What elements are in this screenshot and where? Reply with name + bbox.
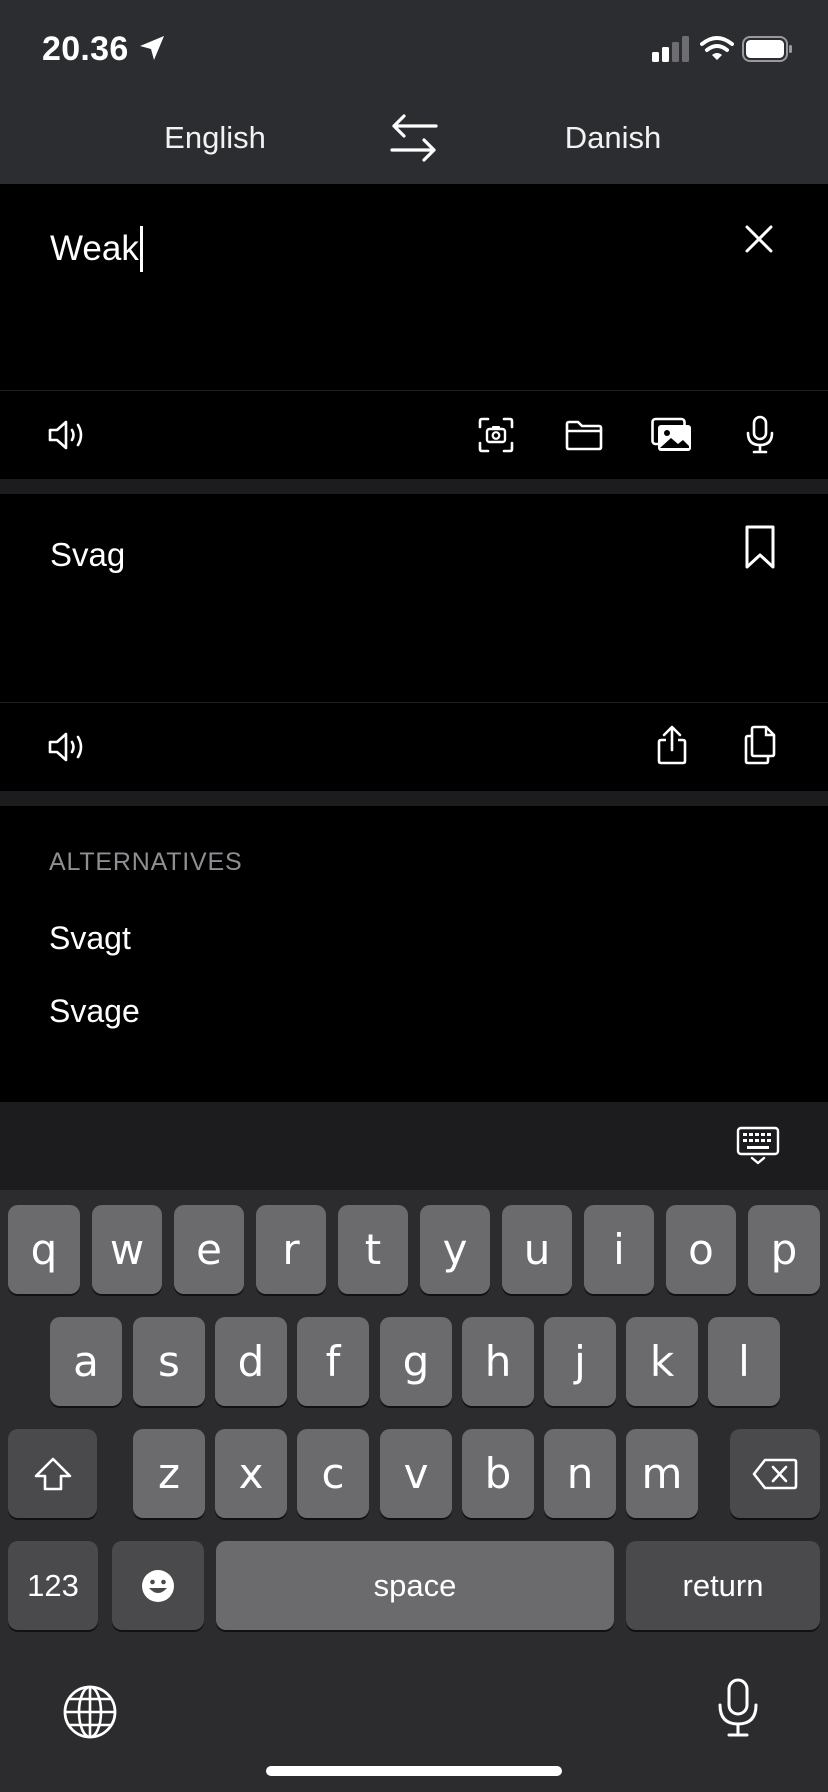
translation-result-area: Svag (0, 494, 828, 702)
globe-icon[interactable] (62, 1684, 118, 1740)
key-b[interactable]: b (462, 1429, 534, 1518)
source-input-area[interactable]: Weak (0, 184, 828, 390)
translation-text: Svag (50, 536, 126, 573)
close-icon[interactable] (740, 220, 778, 258)
microphone-icon[interactable] (732, 407, 788, 463)
source-text: Weak (50, 229, 139, 268)
key-q[interactable]: q (8, 1205, 80, 1294)
dictation-icon[interactable] (716, 1678, 760, 1738)
camera-scan-icon[interactable] (468, 407, 524, 463)
result-toolbar (0, 703, 828, 791)
alternative-item[interactable]: Svagt (49, 920, 131, 957)
key-n[interactable]: n (544, 1429, 616, 1518)
key-x[interactable]: x (215, 1429, 287, 1518)
key-y[interactable]: y (420, 1205, 490, 1294)
space-key[interactable]: space (216, 1541, 614, 1630)
location-arrow-icon (138, 34, 166, 62)
key-w[interactable]: w (92, 1205, 162, 1294)
home-indicator (266, 1766, 562, 1776)
bookmark-icon[interactable] (744, 524, 776, 570)
alternatives-header: ALTERNATIVES (49, 848, 243, 876)
key-c[interactable]: c (297, 1429, 369, 1518)
share-icon[interactable] (644, 717, 700, 773)
key-d[interactable]: d (215, 1317, 287, 1406)
emoji-icon (139, 1567, 177, 1605)
battery-icon (742, 36, 794, 62)
keyboard-accessory-bar (0, 1102, 828, 1190)
copy-icon[interactable] (732, 717, 788, 773)
wifi-icon (700, 35, 734, 61)
keyboard: q w e r t y u i o p a s d f g h j k l z … (0, 1190, 828, 1792)
source-text-input[interactable]: Weak (50, 226, 143, 272)
key-a[interactable]: a (50, 1317, 122, 1406)
target-language-button[interactable]: Danish (483, 92, 743, 184)
section-separator (0, 791, 828, 806)
swap-arrows-icon[interactable] (384, 112, 444, 164)
delete-key[interactable] (730, 1429, 820, 1518)
key-u[interactable]: u (502, 1205, 572, 1294)
cellular-signal-icon (652, 36, 690, 62)
return-key[interactable]: return (626, 1541, 820, 1630)
status-bar: 20.36 (0, 0, 828, 92)
alternative-item[interactable]: Svage (49, 993, 140, 1030)
key-z[interactable]: z (133, 1429, 205, 1518)
photos-icon[interactable] (644, 407, 700, 463)
folder-icon[interactable] (556, 407, 612, 463)
key-t[interactable]: t (338, 1205, 408, 1294)
speaker-icon[interactable] (40, 407, 96, 463)
key-m[interactable]: m (626, 1429, 698, 1518)
key-l[interactable]: l (708, 1317, 780, 1406)
source-toolbar (0, 391, 828, 479)
delete-icon (751, 1457, 799, 1491)
keyboard-dismiss-icon[interactable] (736, 1126, 780, 1166)
alternatives-section: ALTERNATIVES Svagt Svage (0, 806, 828, 1102)
key-p[interactable]: p (748, 1205, 820, 1294)
text-caret (139, 226, 143, 272)
key-j[interactable]: j (544, 1317, 616, 1406)
section-separator (0, 479, 828, 494)
key-i[interactable]: i (584, 1205, 654, 1294)
emoji-key[interactable] (112, 1541, 204, 1630)
key-h[interactable]: h (462, 1317, 534, 1406)
key-r[interactable]: r (256, 1205, 326, 1294)
key-o[interactable]: o (666, 1205, 736, 1294)
shift-key[interactable] (8, 1429, 97, 1518)
key-s[interactable]: s (133, 1317, 205, 1406)
status-time: 20.36 (42, 30, 129, 68)
key-k[interactable]: k (626, 1317, 698, 1406)
language-bar: English Danish (0, 92, 828, 184)
shift-icon (33, 1456, 73, 1492)
source-language-button[interactable]: English (85, 92, 345, 184)
key-g[interactable]: g (380, 1317, 452, 1406)
key-e[interactable]: e (174, 1205, 244, 1294)
key-f[interactable]: f (297, 1317, 369, 1406)
speaker-icon[interactable] (40, 719, 96, 775)
numbers-key[interactable]: 123 (8, 1541, 98, 1630)
key-v[interactable]: v (380, 1429, 452, 1518)
